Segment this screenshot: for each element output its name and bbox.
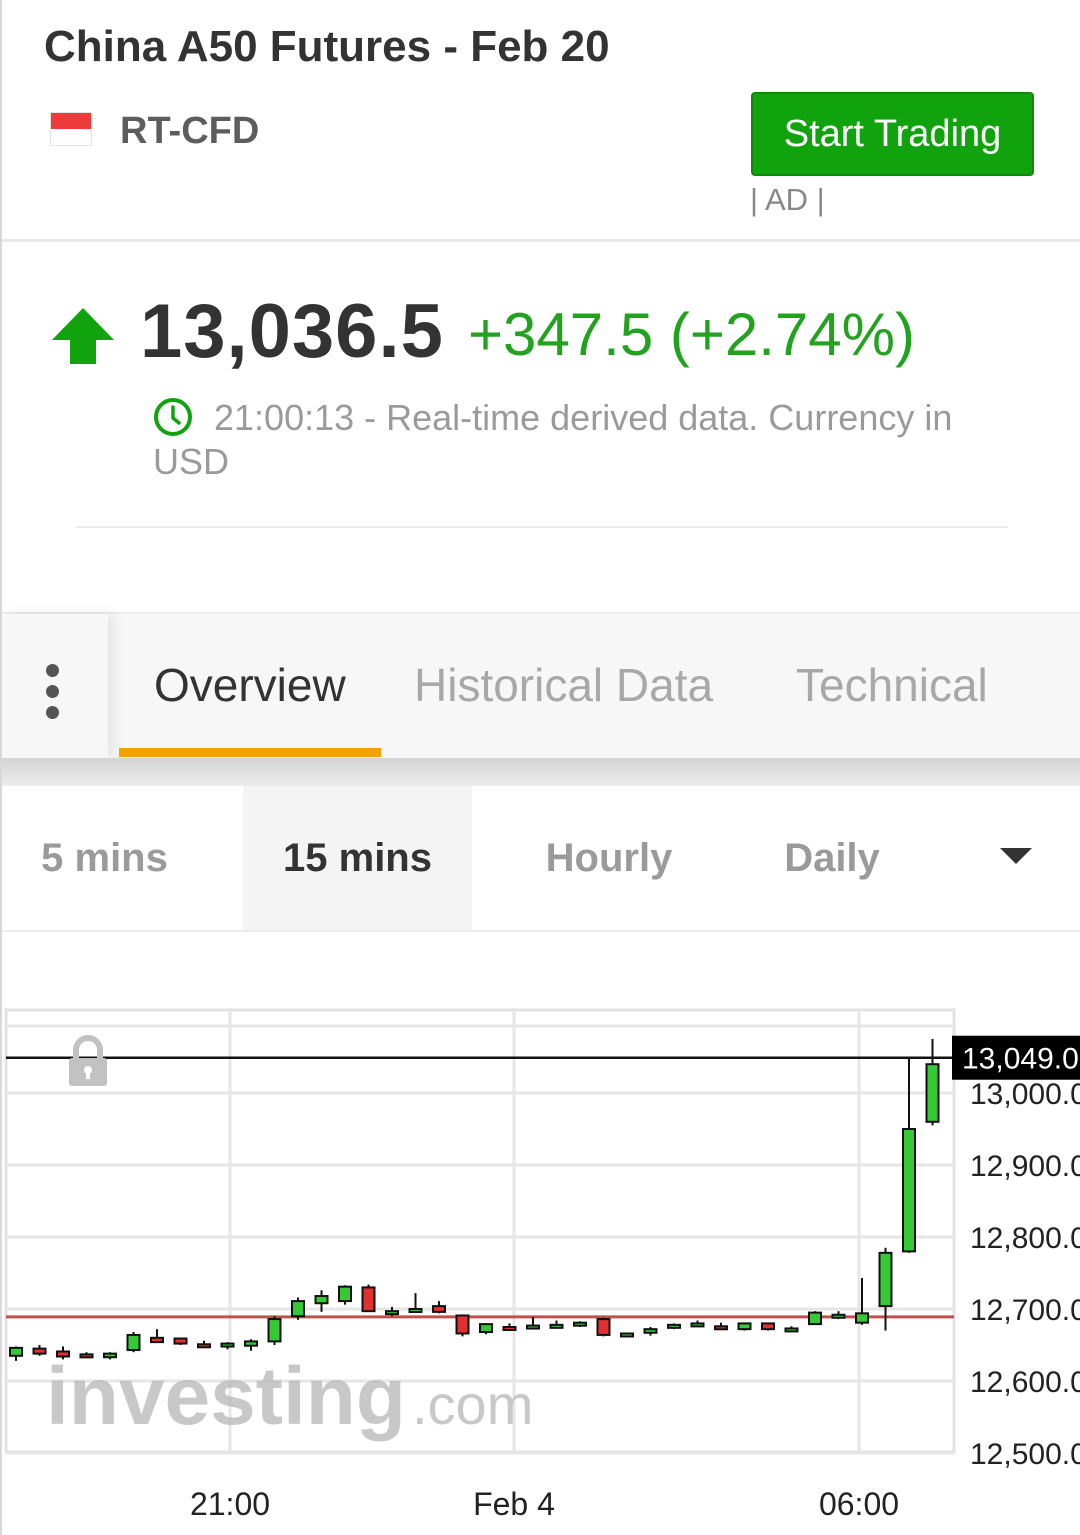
candle-body <box>103 1352 117 1359</box>
exchange-label: RT-CFD <box>120 110 260 152</box>
instrument-header: China A50 Futures - Feb 20 RT-CFD Start … <box>2 0 1080 242</box>
candle-up <box>667 1323 681 1330</box>
candle-body <box>714 1325 728 1331</box>
y-tick-label: 13,000.0 <box>970 1078 1080 1111</box>
start-trading-button[interactable]: Start Trading <box>751 92 1034 176</box>
candle-body <box>596 1318 611 1336</box>
candle-up <box>267 1316 282 1345</box>
candle-body <box>173 1337 188 1345</box>
candle-body <box>620 1332 634 1338</box>
y-axis: 12,500.0 12,600.0 12,700.0 12,800.0 12,900.0… <box>952 1035 1080 1471</box>
tab-historical-data[interactable]: Historical Data <box>414 658 713 712</box>
x-tick-label: Feb 4 <box>473 1486 555 1522</box>
chart-period-selector: 5 mins 15 mins Hourly Daily <box>2 786 1080 932</box>
candle-up <box>620 1332 634 1338</box>
active-tab-indicator <box>119 748 381 757</box>
last-price: 13,036.5 <box>140 289 444 374</box>
candle-body <box>479 1323 493 1334</box>
price-change: +347.5 (+2.74%) <box>468 301 915 368</box>
watermark-suffix: .com <box>412 1373 533 1436</box>
candle-body <box>784 1327 799 1333</box>
candle-body <box>32 1347 47 1355</box>
candle-body <box>878 1251 893 1308</box>
tabs-shadow <box>2 758 1080 786</box>
kebab-dot-icon <box>46 685 59 698</box>
chevron-down-icon[interactable] <box>1000 848 1032 864</box>
singapore-flag-icon <box>50 112 92 146</box>
candle-body <box>455 1314 470 1335</box>
candle-up <box>737 1322 752 1331</box>
candle-down <box>596 1317 611 1337</box>
section-tabs: Overview Historical Data Technical <box>2 612 1080 758</box>
candle-up <box>126 1332 141 1353</box>
candle-body <box>126 1333 141 1352</box>
more-menu-button[interactable] <box>2 614 108 758</box>
divider <box>75 526 1008 528</box>
candle-body <box>502 1326 517 1331</box>
candle-up <box>808 1311 822 1326</box>
y-tick-label: 12,700.0 <box>970 1294 1080 1327</box>
candle-body <box>338 1285 352 1303</box>
candle-body <box>79 1353 94 1359</box>
candle-down <box>173 1337 188 1345</box>
candle-body <box>808 1311 822 1326</box>
candle-up <box>573 1321 587 1327</box>
y-tick-label: 12,800.0 <box>970 1222 1080 1255</box>
arrow-up-icon <box>52 308 114 364</box>
candle-body <box>56 1350 70 1358</box>
watermark-text: investing <box>46 1351 406 1442</box>
candle-body <box>902 1128 916 1253</box>
candle-body <box>150 1336 164 1344</box>
last-price-badge-label: 13,049.0 <box>962 1043 1079 1076</box>
candle-body <box>408 1308 423 1313</box>
y-tick-label: 12,900.0 <box>970 1150 1080 1183</box>
candle-body <box>526 1324 540 1330</box>
x-tick-label: 06:00 <box>819 1486 899 1522</box>
candle-body <box>855 1312 869 1324</box>
candle-body <box>197 1343 211 1349</box>
candle-body <box>432 1305 446 1313</box>
period-5-mins[interactable]: 5 mins <box>2 786 207 930</box>
candle-up <box>479 1323 493 1335</box>
candle-body <box>9 1346 23 1357</box>
candle-down <box>455 1314 470 1337</box>
candle-up <box>338 1285 352 1305</box>
period-hourly[interactable]: Hourly <box>502 786 716 930</box>
y-tick-label: 12,500.0 <box>970 1438 1080 1471</box>
instrument-title: China A50 Futures - Feb 20 <box>44 22 610 71</box>
candle-body <box>761 1322 775 1331</box>
data-timestamp-note: 21:00:13 - Real-time derived data. Curre… <box>153 397 953 482</box>
candle-body <box>361 1286 376 1313</box>
candle-body <box>831 1313 846 1319</box>
candle-body <box>244 1340 258 1347</box>
kebab-dot-icon <box>46 706 59 719</box>
candle-body <box>690 1322 705 1328</box>
candle-body <box>220 1342 235 1348</box>
price-chart[interactable]: investing .com 12,500.012,600.012,700.012… <box>2 960 1080 1535</box>
x-axis: 21:00 Feb 4 06:00 <box>190 1486 899 1522</box>
ad-label: | AD | <box>750 182 825 217</box>
candle-body <box>385 1310 399 1316</box>
candle-body <box>737 1322 752 1331</box>
candle-body <box>291 1300 305 1318</box>
candle-up <box>291 1297 305 1320</box>
candle-body <box>643 1328 658 1334</box>
kebab-dot-icon <box>46 664 59 677</box>
period-daily[interactable]: Daily <box>742 786 922 930</box>
candle-body <box>667 1323 681 1329</box>
candle-body <box>314 1295 329 1305</box>
y-tick-label: 12,600.0 <box>970 1366 1080 1399</box>
candle-body <box>549 1323 564 1329</box>
period-15-mins[interactable]: 15 mins <box>243 786 472 930</box>
tab-overview[interactable]: Overview <box>154 658 346 712</box>
candle-down <box>761 1322 775 1331</box>
candle-body <box>267 1318 282 1343</box>
x-tick-label: 21:00 <box>190 1486 270 1522</box>
candle-body <box>573 1321 587 1327</box>
tab-technical[interactable]: Technical <box>796 658 988 712</box>
candle-body <box>925 1063 940 1123</box>
candle-down <box>361 1284 376 1313</box>
